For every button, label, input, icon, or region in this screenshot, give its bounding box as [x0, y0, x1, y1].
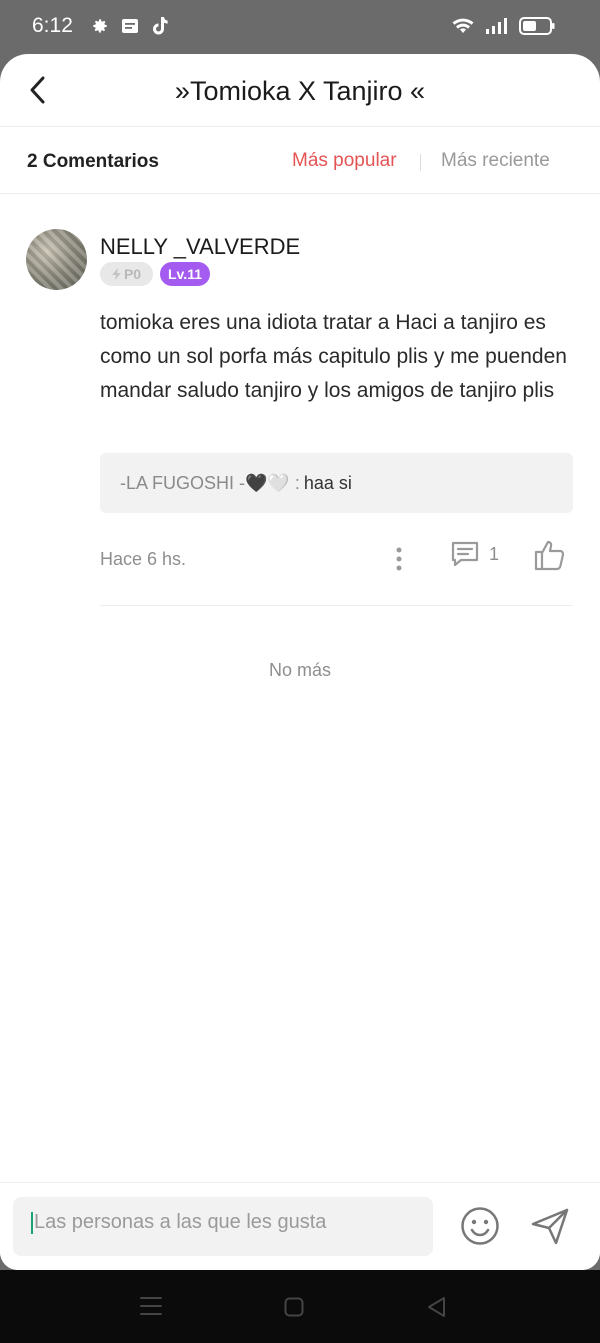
wifi-icon [450, 16, 476, 36]
comment-timestamp: Hace 6 hs. [100, 549, 187, 569]
send-button[interactable] [529, 1205, 571, 1247]
more-vertical-icon [396, 547, 402, 571]
lightning-icon [111, 268, 121, 280]
reply-preview[interactable]: -LA FUGOSHI -🖤🤍 : haa si [100, 453, 573, 513]
sort-bar: 2 Comentarios Más popular Más reciente [0, 127, 600, 194]
status-time: 6:12 [32, 14, 73, 37]
emoji-button[interactable] [459, 1205, 501, 1247]
user-badges: P0 Lv.11 [100, 262, 210, 286]
reply-text: haa si [303, 472, 352, 493]
gear-icon [90, 16, 110, 36]
system-back-button[interactable] [425, 1295, 449, 1319]
text-caret [31, 1211, 33, 1234]
reply-author: -LA FUGOSHI -🖤🤍 : [120, 472, 300, 493]
status-icons-left [90, 16, 170, 36]
reply-button[interactable]: 1 [450, 540, 499, 568]
status-bar: 6:12 [0, 0, 600, 54]
comment-input-placeholder: Las personas a las que les gusta [34, 1211, 327, 1233]
like-button[interactable] [533, 538, 567, 572]
points-badge: P0 [100, 262, 153, 286]
recent-apps-button[interactable] [140, 1296, 162, 1316]
comment-item: NELLY _VALVERDE P0 Lv.11 tomioka eres un… [0, 194, 600, 606]
thumbs-up-icon [534, 540, 565, 571]
avatar[interactable] [26, 229, 87, 290]
more-options-button[interactable] [386, 544, 412, 574]
status-icons-right [450, 16, 556, 36]
sort-recent-tab[interactable]: Más reciente [441, 150, 550, 172]
system-nav-bar [0, 1270, 600, 1343]
divider [100, 605, 573, 606]
battery-icon [518, 16, 556, 36]
comment-input-bar: Las personas a las que les gusta [0, 1182, 600, 1270]
comment-icon [451, 541, 479, 567]
sort-divider [420, 154, 421, 171]
tiktok-icon [150, 16, 170, 36]
comment-count: 2 Comentarios [27, 151, 159, 172]
comment-text: tomioka eres una idiota tratar a Haci a … [100, 311, 567, 402]
reply-count: 1 [489, 543, 500, 564]
comments-sheet: »Tomioka X Tanjiro « 2 Comentarios Más p… [0, 54, 600, 1270]
comment-input[interactable]: Las personas a las que les gusta [13, 1197, 433, 1256]
send-icon [531, 1208, 569, 1245]
triangle-back-icon [428, 1297, 445, 1317]
signal-icon [484, 16, 510, 36]
sort-popular-tab[interactable]: Más popular [292, 150, 397, 172]
top-bar: »Tomioka X Tanjiro « [0, 54, 600, 127]
level-badge: Lv.11 [160, 262, 210, 286]
page-title: »Tomioka X Tanjiro « [174, 76, 426, 106]
home-square-icon [284, 1297, 304, 1317]
home-button[interactable] [284, 1297, 304, 1317]
username[interactable]: NELLY _VALVERDE [100, 234, 300, 260]
end-of-list-label: No más [268, 660, 331, 680]
menu-icon [140, 1297, 162, 1315]
points-badge-label: P0 [123, 266, 142, 282]
smiley-icon [461, 1207, 499, 1245]
message-icon [120, 16, 140, 36]
